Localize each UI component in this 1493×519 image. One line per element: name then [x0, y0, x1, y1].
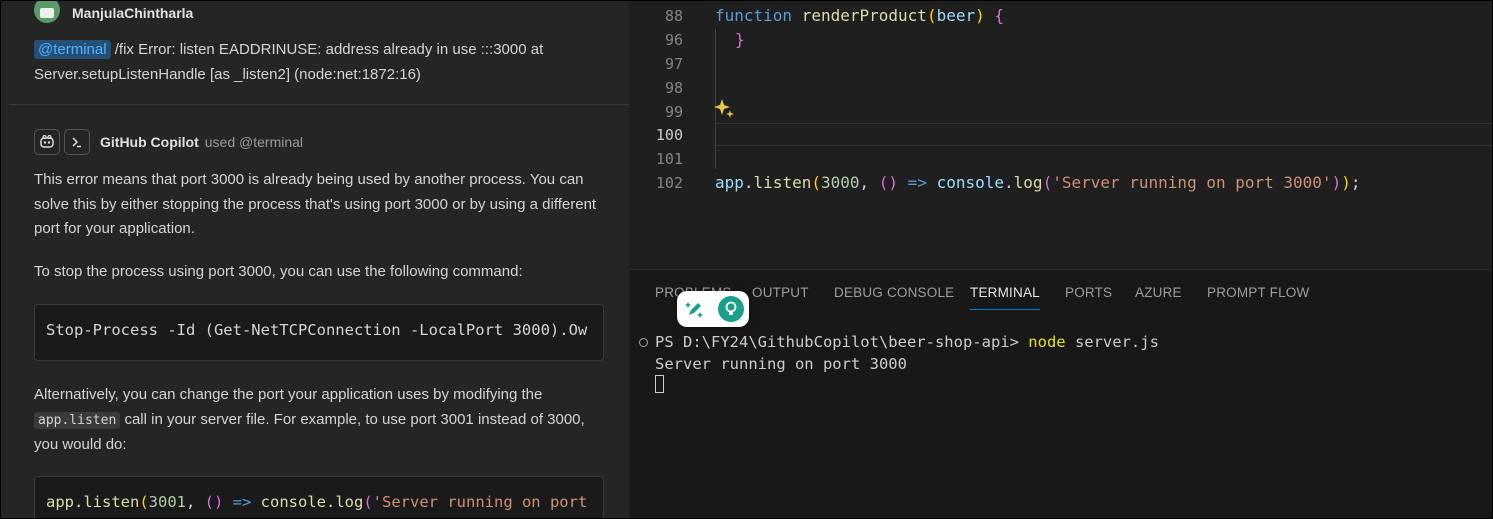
terminal-argument: server.js: [1065, 333, 1159, 351]
code-line-102: app.listen(3000, () => console.log('Serv…: [715, 173, 1360, 192]
dot: .: [1004, 173, 1014, 192]
response-paragraph-1: This error means that port 3000 is alrea…: [34, 171, 597, 237]
tab-debug-console[interactable]: DEBUG CONSOLE: [834, 285, 954, 300]
terminal-mention[interactable]: @terminal: [34, 40, 111, 59]
code-string: 'Server running on port: [372, 493, 588, 511]
number: 3000: [820, 173, 860, 192]
tab-azure[interactable]: AZURE: [1135, 285, 1182, 300]
semicolon: ;: [1350, 173, 1361, 192]
terminal-command-line: PS D:\FY24\GithubCopilot\beer-shop-api> …: [655, 333, 1159, 351]
paren: (: [926, 6, 937, 25]
paren: (): [878, 173, 899, 192]
code-comma: ,: [186, 493, 205, 511]
code-arrow: =>: [223, 493, 261, 511]
parameter: beer: [936, 6, 976, 25]
paren: ): [1331, 173, 1342, 192]
line-number: 97: [664, 55, 683, 73]
code-block-stop-process[interactable]: Stop-Process -Id (Get-NetTCPConnection -…: [34, 304, 604, 361]
pen-sparkle-icon[interactable]: [682, 296, 708, 322]
paren: (: [1042, 173, 1053, 192]
brace: }: [735, 30, 745, 49]
line-number: 99: [664, 103, 683, 121]
user-name: ManjulaChintharla: [72, 5, 194, 21]
terminal-output: Server running on port 3000: [655, 355, 907, 373]
terminal-command: node: [1028, 333, 1066, 351]
bottom-panel: PROBLEMS OUTPUT DEBUG CONSOLE TERMINAL P…: [630, 269, 1492, 518]
brace: {: [984, 6, 1005, 25]
object: console: [936, 173, 1005, 192]
inline-code-app-listen: app.listen: [34, 411, 121, 429]
response-paragraph-3: Alternatively, you can change the port y…: [34, 383, 599, 458]
paren: ): [975, 6, 985, 25]
copilot-used-agent: used @terminal: [204, 134, 304, 150]
code-line: Stop-Process -Id (Get-NetTCPConnection -…: [46, 321, 588, 339]
terminal-prompt: PS D:\FY24\GithubCopilot\beer-shop-api>: [655, 333, 1029, 351]
arrow: =>: [898, 173, 937, 192]
user-message-header: ManjulaChintharla: [34, 1, 193, 25]
tab-prompt-flow[interactable]: PROMPT FLOW: [1207, 285, 1309, 300]
code-paren: (: [139, 493, 149, 511]
dot: .: [743, 173, 754, 192]
code-line-88: function renderProduct(beer) {: [715, 6, 1004, 25]
code-block-app-listen[interactable]: app.listen(3001, () => console.log('Serv…: [34, 476, 604, 518]
line-number-active: 100: [655, 126, 683, 144]
function-name: renderProduct: [801, 6, 927, 25]
function-name: log: [1013, 173, 1043, 192]
copilot-name: GitHub Copilot: [100, 134, 199, 150]
code-paren: (): [204, 493, 224, 511]
code-number: 3001: [148, 493, 186, 511]
user-message-text: /fix Error: listen EADDRINUSE: address a…: [34, 41, 544, 83]
response-paragraph-2: To stop the process using port 3000, you…: [34, 263, 523, 280]
user-avatar: [34, 1, 60, 23]
paren: ): [1341, 173, 1351, 192]
string: 'Server running on port 3000': [1052, 173, 1332, 192]
command-decoration-icon[interactable]: [639, 338, 648, 347]
line-number: 98: [664, 79, 683, 97]
function-name: listen: [753, 173, 812, 192]
user-message: @terminal /fix Error: listen EADDRINUSE:…: [34, 37, 594, 87]
comma: ,: [859, 173, 879, 192]
line-number: 88: [664, 7, 683, 25]
code-fn: console.log: [260, 493, 364, 511]
code-fn: app.listen: [46, 493, 140, 511]
object: app: [715, 173, 744, 192]
line-number: 96: [664, 31, 683, 49]
tab-output[interactable]: OUTPUT: [752, 285, 809, 300]
code-editor[interactable]: 88 96 97 98 99 100 101 102 function rend…: [630, 1, 1492, 269]
copilot-response-header: GitHub Copilot used @terminal: [34, 128, 303, 156]
copilot-chat-panel: ManjulaChintharla @terminal /fix Error: …: [1, 1, 629, 518]
lightbulb-icon[interactable]: [718, 296, 744, 322]
message-divider: [9, 104, 629, 105]
code-line-96: }: [735, 30, 745, 49]
floating-copilot-toolbar: [677, 291, 749, 327]
keyword: function: [715, 6, 793, 25]
panel-tabs: PROBLEMS OUTPUT DEBUG CONSOLE TERMINAL P…: [630, 270, 1492, 314]
app-window: ManjulaChintharla @terminal /fix Error: …: [0, 0, 1493, 519]
terminal-icon: [64, 129, 90, 155]
line-number: 102: [655, 174, 683, 192]
tab-terminal[interactable]: TERMINAL: [970, 285, 1040, 310]
line-number: 101: [655, 150, 683, 168]
sparkle-icon[interactable]: [714, 98, 736, 125]
copilot-icon: [34, 129, 60, 155]
code-line: app.listen(3001, () => console.log('Serv…: [46, 493, 587, 511]
terminal-cursor[interactable]: [655, 375, 664, 393]
current-line-highlight: [714, 123, 1492, 146]
paren: (: [811, 173, 821, 192]
para3-text-before: Alternatively, you can change the port y…: [34, 386, 543, 403]
tab-ports[interactable]: PORTS: [1065, 285, 1112, 300]
code-paren: (: [363, 493, 373, 511]
